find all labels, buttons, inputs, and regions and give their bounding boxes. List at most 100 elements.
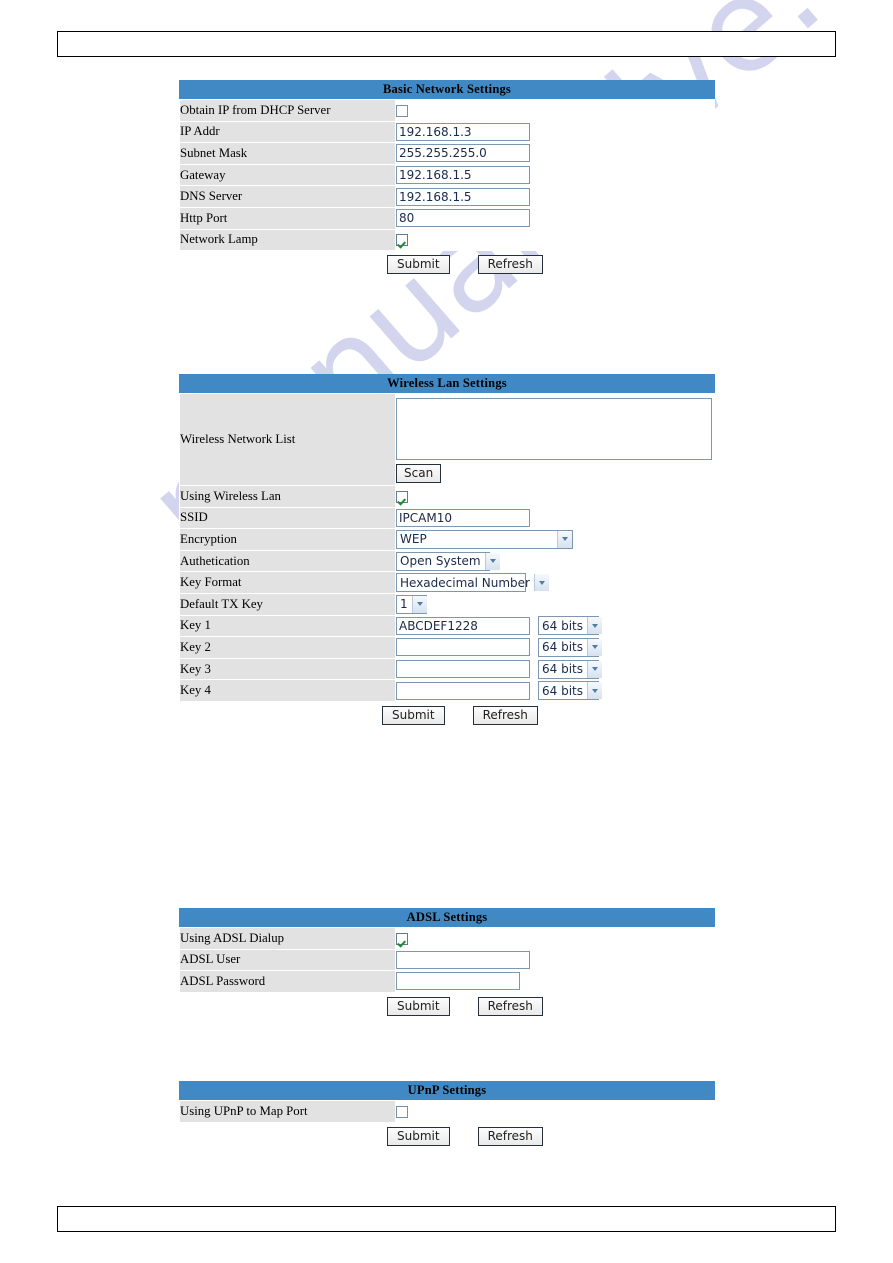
value-subnet-mask xyxy=(395,142,715,165)
checkbox-using-adsl-dialup[interactable] xyxy=(396,932,408,945)
table-row: Subnet Mask xyxy=(179,142,715,165)
value-key-1: 64 bits xyxy=(395,614,715,638)
checkbox-obtain-ip-dhcp[interactable] xyxy=(396,104,408,117)
table-row: Default TX Key 1 xyxy=(179,592,715,616)
page-footer-bar xyxy=(57,1206,836,1232)
chevron-down-icon xyxy=(587,682,602,700)
checkbox-network-lamp[interactable] xyxy=(396,234,408,247)
table-row: Encryption WEP xyxy=(179,528,715,551)
label-gateway: Gateway xyxy=(179,163,396,187)
table-row: Key 2 64 bits xyxy=(179,636,715,659)
adsl-user-input[interactable] xyxy=(396,950,530,969)
gateway-input[interactable] xyxy=(396,166,530,185)
label-ssid: SSID xyxy=(179,506,396,530)
key-format-select-value: Hexadecimal Number xyxy=(400,575,530,590)
key-1-bits-select[interactable]: 64 bits xyxy=(538,616,602,636)
key-4-bits-select[interactable]: 64 bits xyxy=(538,681,602,701)
value-dns-server xyxy=(395,185,715,208)
adsl-button-row: Submit Refresh xyxy=(179,993,715,1016)
wireless-network-list-box[interactable] xyxy=(396,398,712,460)
value-encryption: WEP xyxy=(395,528,715,551)
key-1-input[interactable] xyxy=(396,616,530,635)
panel-wireless-lan: Wireless Lan Settings Wireless Network L… xyxy=(179,374,715,725)
table-row: Using ADSL Dialup xyxy=(179,927,715,950)
checkbox-using-wireless-lan[interactable] xyxy=(396,490,408,503)
http-port-input[interactable] xyxy=(396,209,530,228)
value-http-port xyxy=(395,206,715,230)
table-row: Gateway xyxy=(179,163,715,187)
refresh-button[interactable]: Refresh xyxy=(477,996,543,1016)
table-row: Key 1 64 bits xyxy=(179,614,715,638)
value-ssid xyxy=(395,506,715,530)
label-encryption: Encryption xyxy=(179,528,396,551)
panel-title-wireless-lan: Wireless Lan Settings xyxy=(179,374,715,393)
upnp-table: Using UPnP to Map Port xyxy=(179,1100,715,1123)
subnet-mask-input[interactable] xyxy=(396,144,530,163)
submit-button[interactable]: Submit xyxy=(382,705,445,725)
key-4-input[interactable] xyxy=(396,681,530,700)
value-adsl-user xyxy=(395,948,715,972)
value-key-format: Hexadecimal Number xyxy=(395,571,715,594)
label-adsl-user: ADSL User xyxy=(179,948,396,972)
ip-addr-input[interactable] xyxy=(396,122,530,141)
key-2-bits-select[interactable]: 64 bits xyxy=(538,637,602,657)
table-row: ADSL User xyxy=(179,948,715,972)
page-header-bar xyxy=(57,31,836,57)
submit-button[interactable]: Submit xyxy=(387,996,450,1016)
label-adsl-password: ADSL Password xyxy=(179,970,396,993)
value-using-wireless-lan xyxy=(395,485,715,508)
default-tx-key-select[interactable]: 1 xyxy=(396,594,427,614)
table-row: Using UPnP to Map Port xyxy=(179,1100,715,1123)
value-using-adsl-dialup xyxy=(395,927,715,950)
adsl-password-input[interactable] xyxy=(396,972,520,991)
submit-button[interactable]: Submit xyxy=(387,1126,450,1146)
table-row: Http Port xyxy=(179,206,715,230)
default-tx-key-select-value: 1 xyxy=(400,597,408,612)
label-ip-addr: IP Addr xyxy=(179,120,396,144)
label-wireless-network-list: Wireless Network List xyxy=(179,393,396,486)
panel-adsl: ADSL Settings Using ADSL Dialup ADSL Use… xyxy=(179,908,715,1016)
scan-button[interactable]: Scan xyxy=(396,464,442,483)
table-row: Network Lamp xyxy=(179,228,715,252)
refresh-button[interactable]: Refresh xyxy=(477,1126,543,1146)
table-row: Key Format Hexadecimal Number xyxy=(179,571,715,594)
value-ip-addr xyxy=(395,120,715,144)
chevron-down-icon xyxy=(587,617,602,635)
authentication-select-value: Open System xyxy=(400,554,481,569)
panel-title-adsl: ADSL Settings xyxy=(179,908,715,927)
dns-server-input[interactable] xyxy=(396,187,530,206)
submit-button[interactable]: Submit xyxy=(387,255,450,275)
key-2-input[interactable] xyxy=(396,638,530,657)
key-format-select[interactable]: Hexadecimal Number xyxy=(396,573,549,593)
refresh-button[interactable]: Refresh xyxy=(477,255,543,275)
panel-title-upnp: UPnP Settings xyxy=(179,1081,715,1100)
wireless-lan-table: Wireless Network List Scan Using Wireles… xyxy=(179,393,715,702)
key-3-input[interactable] xyxy=(396,660,530,679)
checkbox-using-upnp-map-port[interactable] xyxy=(396,1105,408,1118)
key-2-bits-value: 64 bits xyxy=(542,640,583,655)
authentication-select[interactable]: Open System xyxy=(396,551,500,571)
refresh-button[interactable]: Refresh xyxy=(472,705,538,725)
label-using-adsl-dialup: Using ADSL Dialup xyxy=(179,927,396,950)
label-dns-server: DNS Server xyxy=(179,185,396,208)
wireless-lan-button-row: Submit Refresh xyxy=(179,702,715,725)
table-row: Obtain IP from DHCP Server xyxy=(179,99,715,122)
table-row: Wireless Network List Scan xyxy=(179,393,715,486)
key-3-bits-select[interactable]: 64 bits xyxy=(538,659,602,679)
label-using-upnp-map-port: Using UPnP to Map Port xyxy=(179,1100,396,1123)
panel-basic-network: Basic Network Settings Obtain IP from DH… xyxy=(179,80,715,275)
label-subnet-mask: Subnet Mask xyxy=(179,142,396,165)
value-adsl-password xyxy=(395,970,715,993)
basic-network-table: Obtain IP from DHCP Server IP Addr Subne… xyxy=(179,99,715,252)
ssid-input[interactable] xyxy=(396,508,530,527)
table-row: Using Wireless Lan xyxy=(179,485,715,508)
chevron-down-icon xyxy=(587,638,602,656)
page-root: manualshive.com Basic Network Settings O… xyxy=(0,0,893,1263)
label-network-lamp: Network Lamp xyxy=(179,228,396,252)
value-key-2: 64 bits xyxy=(395,636,715,659)
encryption-select[interactable]: WEP xyxy=(396,529,573,549)
table-row: DNS Server xyxy=(179,185,715,208)
table-row: ADSL Password xyxy=(179,970,715,993)
chevron-down-icon xyxy=(587,660,602,678)
label-key-1: Key 1 xyxy=(179,614,396,638)
